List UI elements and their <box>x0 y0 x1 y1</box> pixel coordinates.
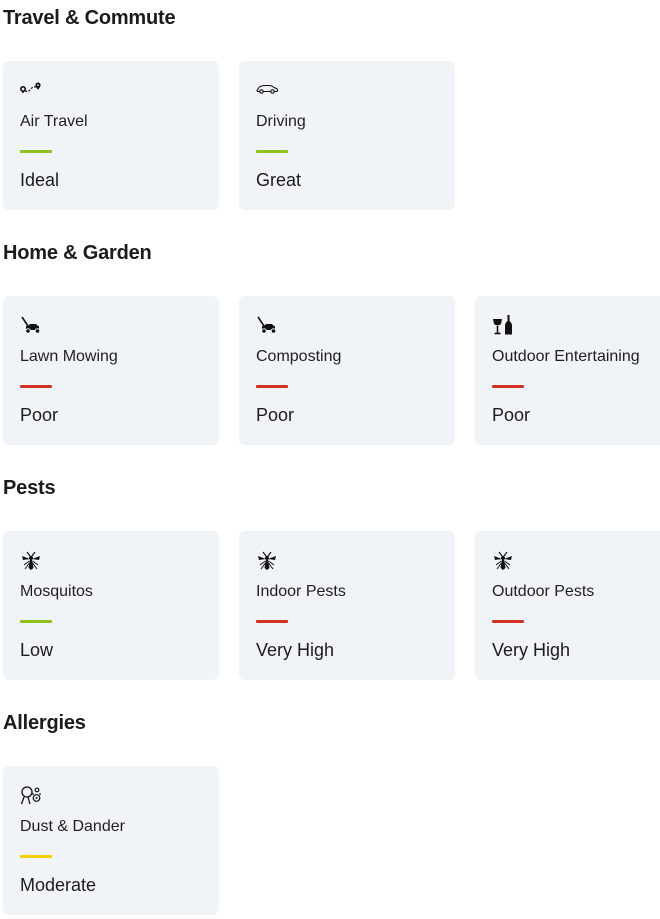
status-value: Very High <box>492 640 571 660</box>
status-value: Very High <box>256 640 335 660</box>
status-value: Poor <box>256 405 295 425</box>
status-value: Poor <box>492 405 531 425</box>
rating-bar <box>492 385 524 388</box>
status-value: Moderate <box>20 875 97 895</box>
mosquito-icon <box>19 548 43 572</box>
section-title: Allergies <box>3 712 86 734</box>
car-icon <box>255 78 279 102</box>
card-mosquitos[interactable]: Mosquitos Low <box>3 531 219 680</box>
section-title: Pests <box>3 477 56 499</box>
card-label: Mosquitos <box>20 583 93 600</box>
mosquito-icon <box>255 548 279 572</box>
card-label: Outdoor Entertaining <box>492 348 640 365</box>
rating-bar <box>256 150 288 153</box>
card-row: Lawn Mowing Poor Composting Poor Outdoor… <box>3 296 660 446</box>
card-outdoor-entertaining[interactable]: Outdoor Entertaining Poor <box>475 296 660 445</box>
section-home-garden: Home & Garden Lawn Mowing Poor Compostin… <box>0 235 660 449</box>
card-label: Composting <box>256 348 342 365</box>
card-label: Air Travel <box>20 113 88 130</box>
card-label: Lawn Mowing <box>20 348 118 365</box>
lawn-mower-icon <box>255 313 279 337</box>
rating-bar <box>20 855 52 858</box>
health-activities-page: Travel & Commute Air Travel Ideal Drivin… <box>0 0 660 918</box>
section-allergies: Allergies Dust & Dander Moderate <box>0 705 660 919</box>
rating-bar <box>20 385 52 388</box>
section-travel-commute: Travel & Commute Air Travel Ideal Drivin… <box>0 0 660 214</box>
status-value: Low <box>20 640 54 660</box>
mosquito-icon <box>491 548 515 572</box>
card-composting[interactable]: Composting Poor <box>239 296 455 445</box>
section-title: Home & Garden <box>3 242 152 264</box>
rating-bar <box>20 150 52 153</box>
status-value: Poor <box>20 405 59 425</box>
wine-bottle-glass-icon <box>491 313 515 337</box>
status-value: Great <box>256 170 302 190</box>
card-label: Driving <box>256 113 306 130</box>
status-value: Ideal <box>20 170 60 190</box>
card-row: Dust & Dander Moderate <box>3 766 660 916</box>
rating-bar <box>492 620 524 623</box>
card-outdoor-pests[interactable]: Outdoor Pests Very High <box>475 531 660 680</box>
card-label: Indoor Pests <box>256 583 346 600</box>
rating-bar <box>256 620 288 623</box>
card-air-travel[interactable]: Air Travel Ideal <box>3 61 219 210</box>
card-label: Dust & Dander <box>20 818 125 835</box>
card-lawn-mowing[interactable]: Lawn Mowing Poor <box>3 296 219 445</box>
card-label: Outdoor Pests <box>492 583 595 600</box>
section-pests: Pests Mosquitos Low Indoor Pests Very Hi… <box>0 470 660 684</box>
card-indoor-pests[interactable]: Indoor Pests Very High <box>239 531 455 680</box>
dust-dander-icon <box>19 783 43 807</box>
air-travel-route-icon <box>19 78 43 102</box>
rating-bar <box>256 385 288 388</box>
card-dust-dander[interactable]: Dust & Dander Moderate <box>3 766 219 915</box>
card-driving[interactable]: Driving Great <box>239 61 455 210</box>
lawn-mower-icon <box>19 313 43 337</box>
card-row: Mosquitos Low Indoor Pests Very High Out… <box>3 531 660 681</box>
card-row: Air Travel Ideal Driving Great <box>3 61 660 211</box>
section-title: Travel & Commute <box>3 7 176 29</box>
rating-bar <box>20 620 52 623</box>
